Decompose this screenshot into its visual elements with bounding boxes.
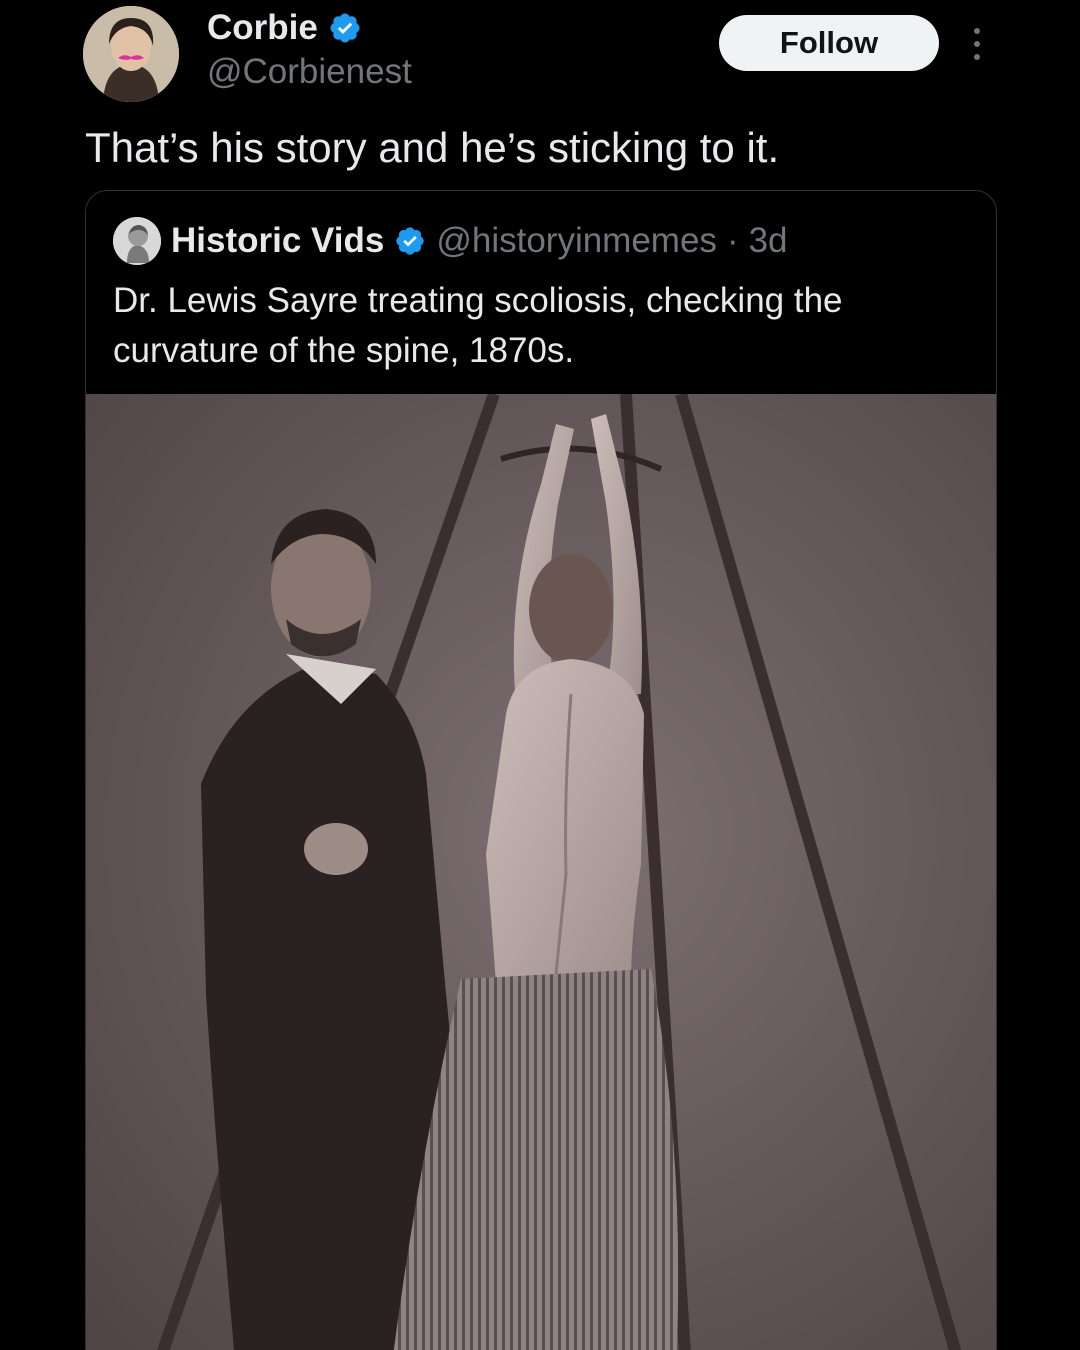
author-avatar[interactable]	[83, 6, 179, 102]
tweet-view: Corbie @Corbienest Follow That’s his sto…	[0, 0, 1080, 1350]
quoted-tweet-text: Dr. Lewis Sayre treating scoliosis, chec…	[113, 281, 843, 370]
more-vertical-icon[interactable]	[962, 24, 992, 64]
author-display-name[interactable]: Corbie	[207, 8, 318, 48]
quoted-author-name[interactable]: Historic Vids	[171, 221, 384, 261]
separator-dot: ·	[726, 221, 739, 260]
verified-badge-icon	[396, 227, 424, 255]
quoted-tweet-header: Historic Vids @historyinmemes · 3d	[113, 217, 788, 265]
quoted-author-handle[interactable]: @historyinmemes	[436, 221, 717, 261]
follow-button[interactable]: Follow	[719, 15, 939, 71]
tweet-text: That’s his story and he’s sticking to it…	[85, 124, 780, 171]
quoted-tweet-time[interactable]: 3d	[749, 221, 788, 261]
quoted-tweet-card[interactable]: Historic Vids @historyinmemes · 3d Dr. L…	[85, 190, 997, 1350]
quoted-author-avatar[interactable]	[113, 217, 161, 265]
author-name[interactable]: Corbie	[207, 8, 362, 48]
historic-photo-image	[86, 394, 996, 1350]
verified-badge-icon	[330, 13, 360, 43]
quoted-tweet-photo[interactable]	[86, 394, 996, 1350]
author-handle[interactable]: @Corbienest	[207, 52, 412, 92]
